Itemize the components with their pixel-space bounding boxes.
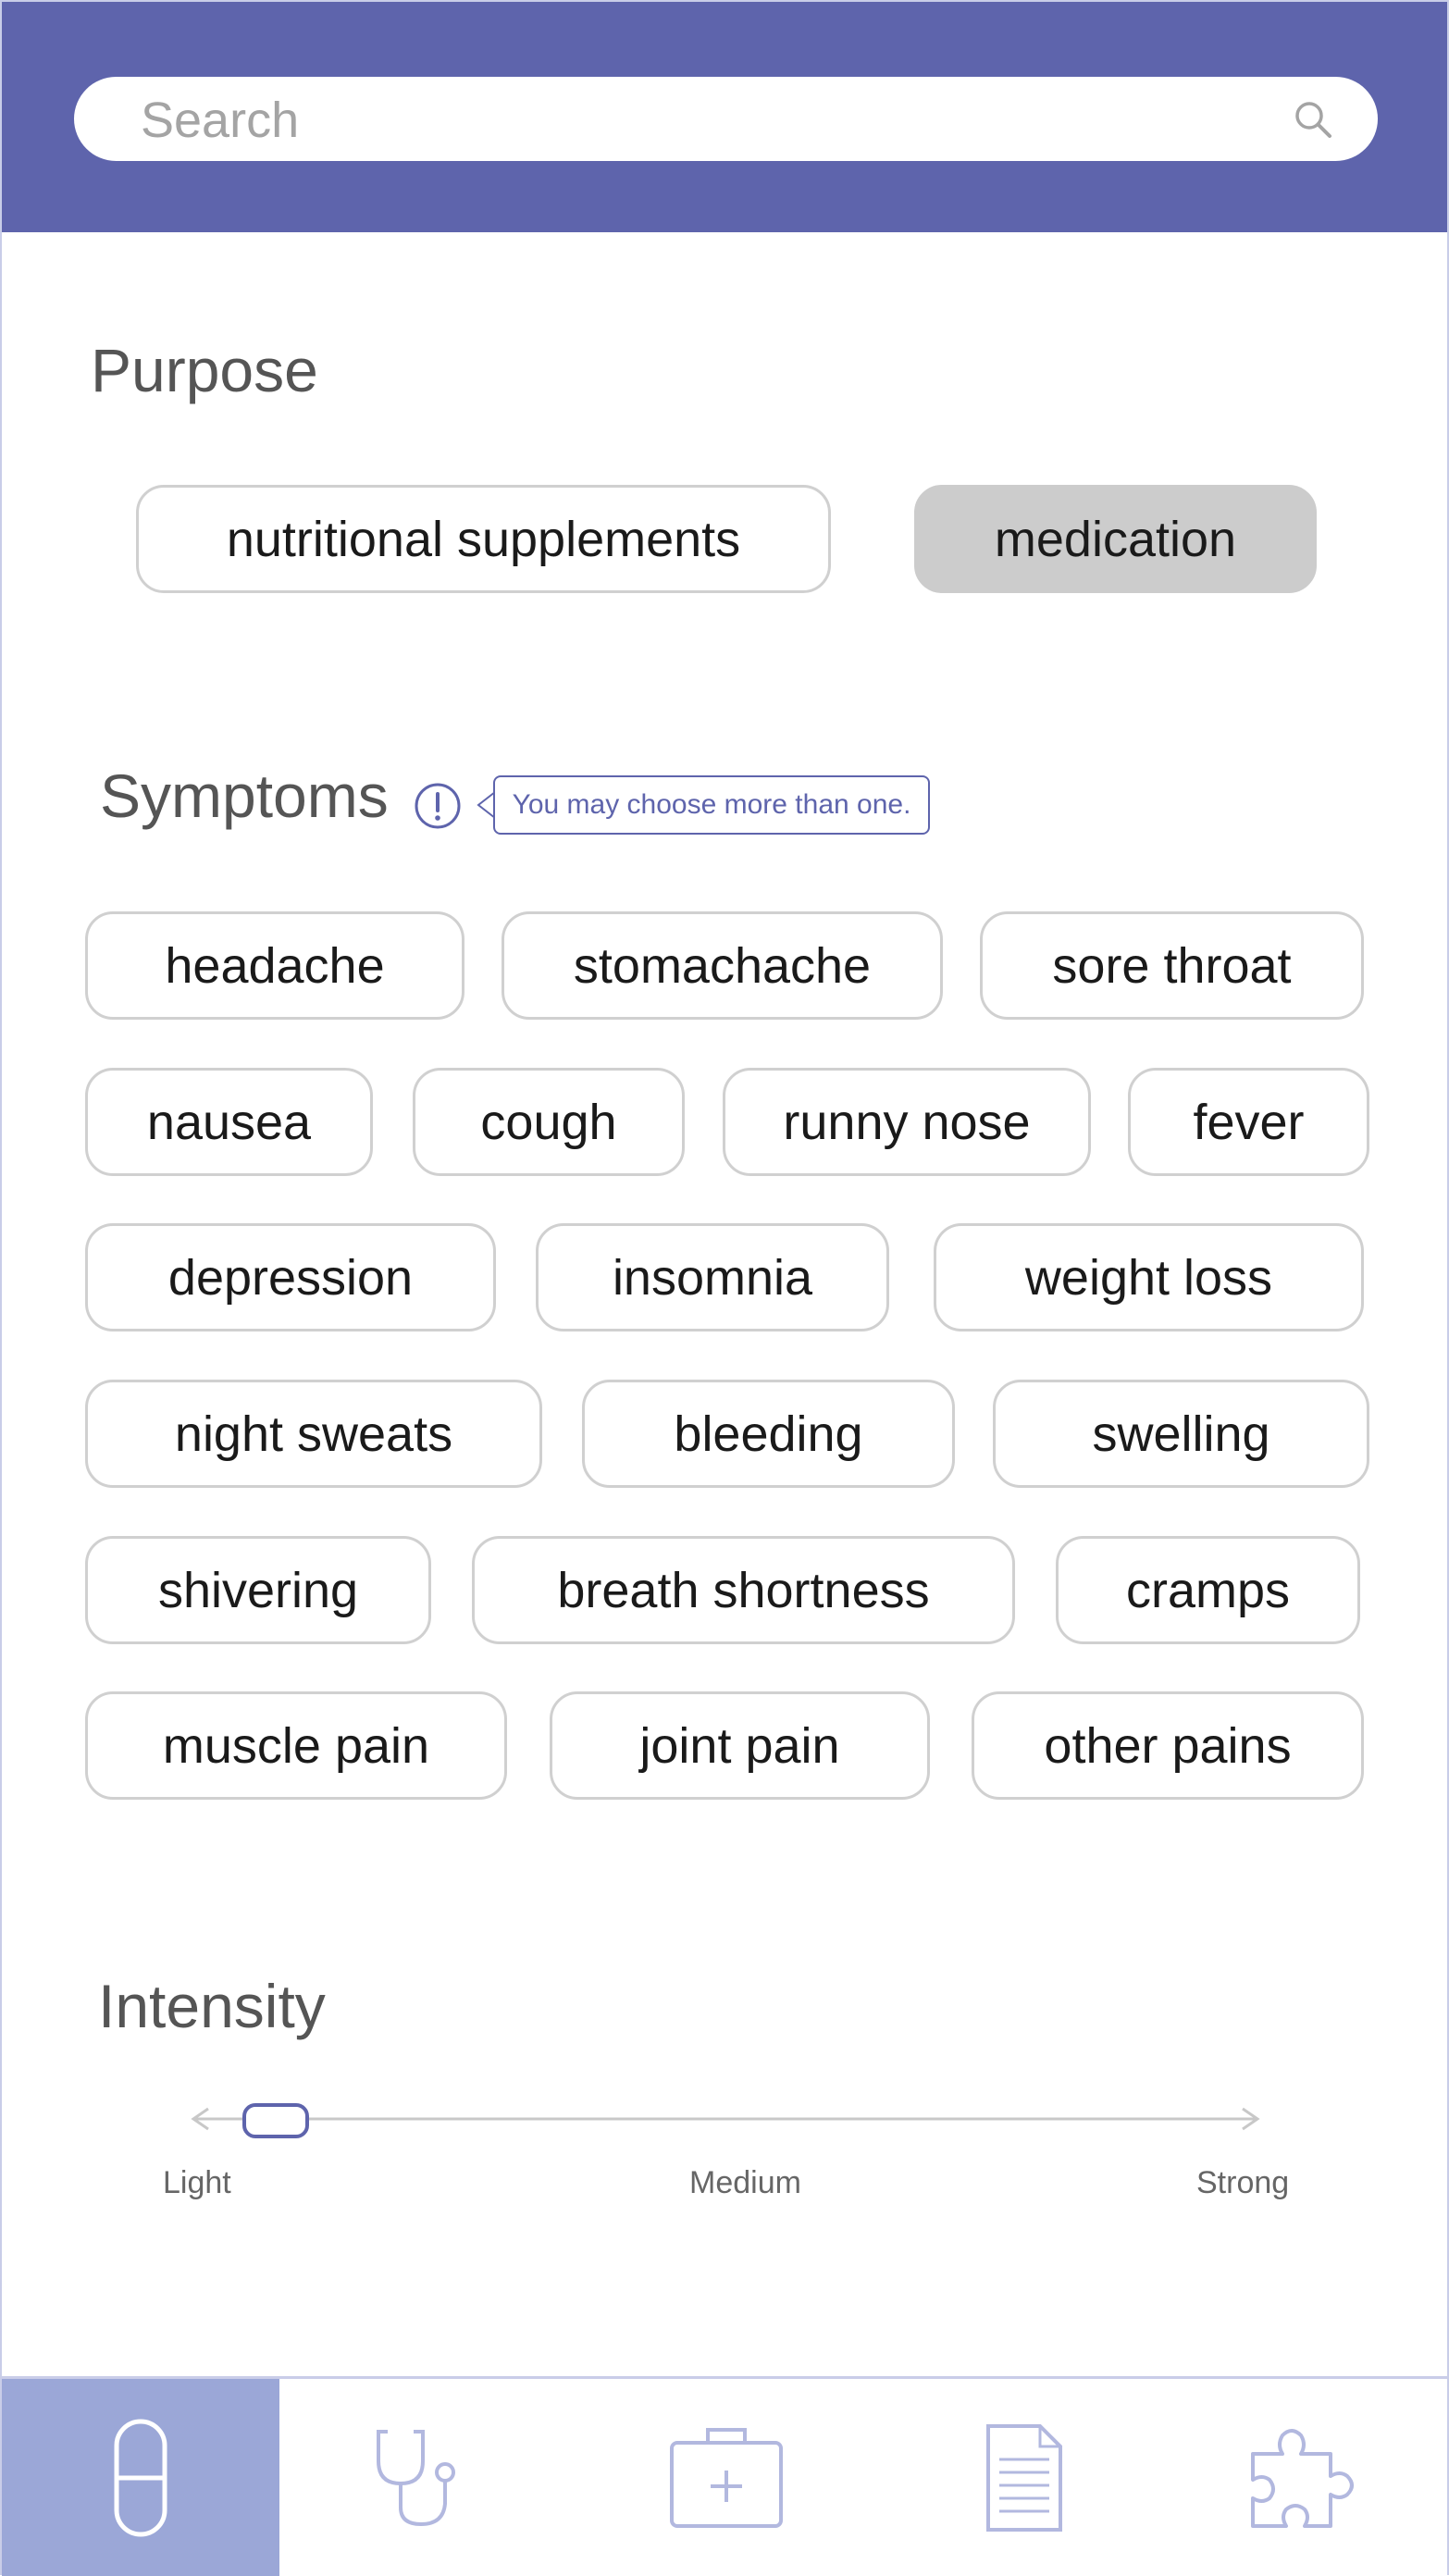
pill-icon [114, 2419, 167, 2536]
search-input[interactable] [139, 77, 1271, 163]
bottom-nav [2, 2376, 1447, 2576]
symptom-chip[interactable]: insomnia [536, 1223, 889, 1331]
purpose-option-medication[interactable]: medication [914, 485, 1317, 593]
symptom-chip[interactable]: swelling [993, 1380, 1369, 1488]
symptom-chip[interactable]: depression [85, 1223, 496, 1331]
symptom-chip[interactable]: other pains [972, 1691, 1364, 1800]
symptom-chip[interactable]: breath shortness [472, 1536, 1015, 1644]
first-aid-kit-icon [669, 2427, 783, 2528]
puzzle-icon [1250, 2428, 1354, 2528]
intensity-label-strong: Strong [1196, 2165, 1290, 2200]
search-bar[interactable] [74, 77, 1378, 163]
purpose-title: Purpose [91, 336, 318, 404]
search-icon[interactable] [1291, 97, 1335, 142]
symptom-chip[interactable]: cramps [1056, 1536, 1360, 1644]
symptom-chip[interactable]: muscle pain [85, 1691, 507, 1800]
intensity-label-medium: Medium [689, 2165, 801, 2200]
symptom-chip[interactable]: fever [1128, 1068, 1369, 1176]
symptom-chip[interactable]: headache [85, 911, 464, 1020]
stethoscope-icon [377, 2429, 455, 2526]
purpose-option-nutritional-supplements[interactable]: nutritional supplements [136, 485, 831, 593]
symptoms-hint-tooltip: You may choose more than one. [493, 775, 930, 835]
nav-item-more[interactable] [1163, 2379, 1447, 2576]
intensity-slider-track[interactable] [190, 2100, 1263, 2137]
symptom-chip[interactable]: weight loss [934, 1223, 1364, 1331]
symptom-chip[interactable]: shivering [85, 1536, 431, 1644]
document-icon [986, 2423, 1062, 2532]
symptom-chip[interactable]: joint pain [550, 1691, 930, 1800]
symptom-chip[interactable]: nausea [85, 1068, 373, 1176]
intensity-title: Intensity [98, 1972, 326, 2040]
symptom-chip[interactable]: stomachache [502, 911, 943, 1020]
nav-item-first-aid[interactable] [566, 2379, 886, 2576]
info-icon[interactable] [414, 782, 462, 830]
symptoms-title: Symptoms [100, 762, 389, 830]
symptom-chip[interactable]: sore throat [980, 911, 1364, 1020]
nav-item-records[interactable] [886, 2379, 1163, 2576]
header-bar [2, 2, 1447, 232]
symptom-chip[interactable]: bleeding [582, 1380, 955, 1488]
symptom-chip[interactable]: night sweats [85, 1380, 542, 1488]
intensity-label-light: Light [163, 2165, 231, 2200]
nav-item-medication[interactable] [2, 2379, 279, 2576]
symptom-chip[interactable]: cough [413, 1068, 685, 1176]
intensity-slider-thumb[interactable] [242, 2103, 309, 2138]
symptom-chip[interactable]: runny nose [723, 1068, 1091, 1176]
nav-item-doctor[interactable] [279, 2379, 566, 2576]
